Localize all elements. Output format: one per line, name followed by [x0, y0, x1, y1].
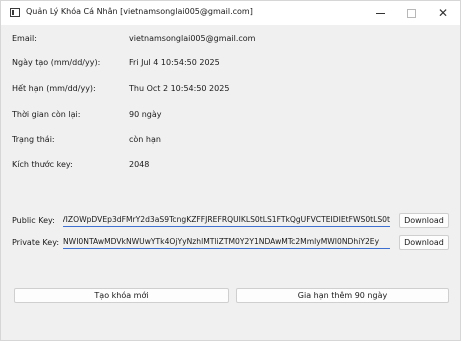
key-size-value: 2048 [129, 160, 150, 169]
extend-90-days-button[interactable]: Gia hạn thêm 90 ngày [236, 288, 449, 303]
create-new-key-button[interactable]: Tạo khóa mới [14, 288, 229, 303]
app-window-icon [10, 8, 20, 17]
expiry-date-label: Hết hạn (mm/dd/yy): [12, 84, 96, 93]
key-size-label: Kích thước key: [12, 160, 73, 169]
remaining-time-value: 90 ngày [129, 110, 162, 119]
status-value: còn hạn [129, 135, 161, 144]
minimize-button[interactable] [364, 1, 396, 25]
email-value: vietnamsonglai005@gmail.com [129, 34, 256, 43]
email-label: Email: [12, 34, 37, 43]
title-bar[interactable]: Quản Lý Khóa Cá Nhân [vietnamsonglai005@… [1, 1, 460, 25]
download-public-key-button[interactable]: Download [399, 213, 449, 228]
minimize-icon [375, 12, 385, 14]
download-private-key-button[interactable]: Download [399, 235, 449, 250]
status-label: Trạng thái: [12, 135, 55, 144]
window-title: Quản Lý Khóa Cá Nhân [vietnamsonglai005@… [26, 7, 253, 16]
public-key-label: Public Key: [12, 216, 55, 225]
expiry-date-value: Thu Oct 2 10:54:50 2025 [129, 84, 230, 93]
remaining-time-label: Thời gian còn lại: [12, 110, 81, 119]
created-date-value: Fri Jul 4 10:54:50 2025 [129, 58, 220, 67]
private-key-text: NWI0NTAwMDVkNWUwYTk4OjYyNzhlMTliZTM0Y2Y1… [63, 237, 380, 246]
maximize-button[interactable] [395, 1, 427, 25]
private-key-label: Private Key: [12, 238, 60, 247]
public-key-field[interactable]: aVIZOWpDVEp3dFMrY2d3aS9TcngKZFFJREFRQUIK… [63, 213, 390, 227]
public-key-text: aVIZOWpDVEp3dFMrY2d3aS9TcngKZFFJREFRQUIK… [63, 215, 390, 224]
close-button[interactable]: ✕ [427, 1, 459, 25]
key-manager-window: Quản Lý Khóa Cá Nhân [vietnamsonglai005@… [0, 0, 461, 341]
created-date-label: Ngày tạo (mm/dd/yy): [12, 58, 101, 67]
maximize-icon [406, 8, 416, 18]
private-key-field[interactable]: NWI0NTAwMDVkNWUwYTk4OjYyNzhlMTliZTM0Y2Y1… [63, 235, 390, 249]
close-icon: ✕ [437, 6, 449, 20]
